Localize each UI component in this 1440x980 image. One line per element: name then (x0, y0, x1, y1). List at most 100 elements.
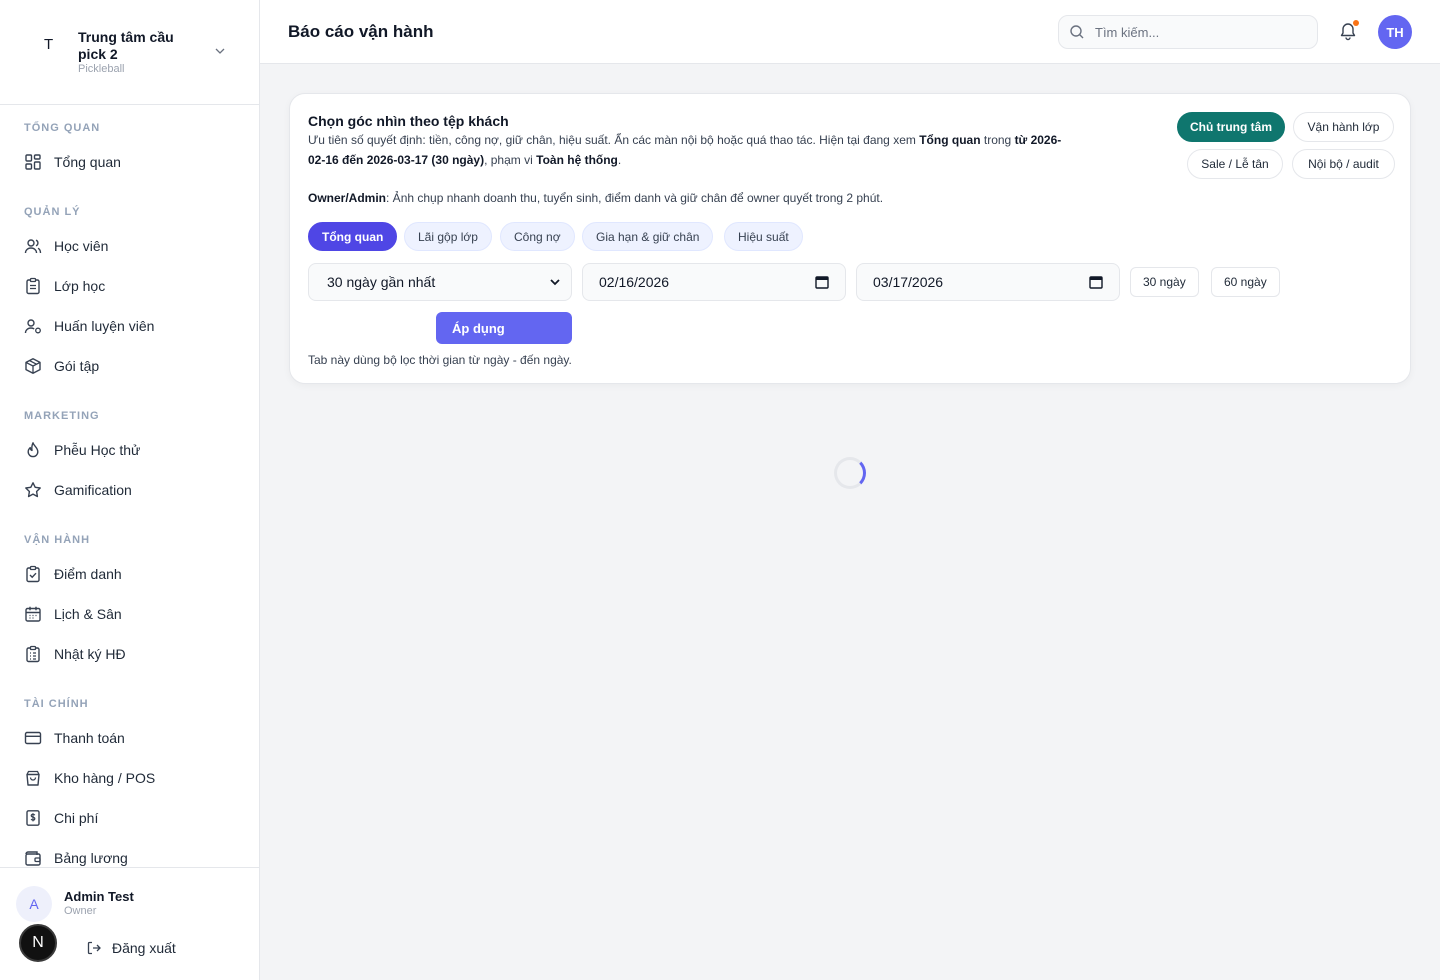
desc-text: trong (980, 133, 1015, 147)
persona-class-ops-button[interactable]: Vận hành lớp (1293, 112, 1394, 142)
desc-text: . (617, 153, 622, 167)
clipboard-list-icon (24, 645, 42, 663)
persona-text: : Ảnh chụp nhanh doanh thu, tuyển sinh, … (386, 191, 884, 205)
calendar-icon (24, 605, 42, 623)
sidebar-nav: TỔNG QUAN Tổng quan QUẢN LÝ Học viên Lớp… (0, 105, 259, 867)
sidebar-item-inventory-pos[interactable]: Kho hàng / POS (0, 760, 259, 796)
logout-label: Đăng xuất (112, 940, 176, 956)
persona-label: Owner/Admin (308, 191, 387, 205)
sidebar-item-payroll[interactable]: Bảng lương (0, 840, 259, 867)
sidebar-item-label: Lịch & Sân (54, 606, 122, 622)
sidebar-item-coaches[interactable]: Huấn luyện viên (0, 308, 259, 344)
notification-dot (1353, 20, 1359, 26)
calendar-icon[interactable] (1089, 275, 1103, 289)
sidebar-item-payments[interactable]: Thanh toán (0, 720, 259, 756)
section-title-manage: QUẢN LÝ (24, 206, 81, 218)
package-icon (24, 357, 42, 375)
sidebar-item-label: Tổng quan (54, 154, 121, 170)
top-header: Báo cáo vận hành TH (260, 0, 1440, 64)
flame-icon (24, 441, 42, 459)
date-to-value: 03/17/2026 (873, 274, 944, 290)
sidebar-item-label: Học viên (54, 238, 109, 254)
sidebar-item-packages[interactable]: Gói tập (0, 348, 259, 384)
quick-range-30-button[interactable]: 30 ngày (1130, 267, 1199, 297)
desc-text: , phạm vi (484, 153, 537, 167)
loading-spinner (834, 457, 866, 489)
search-icon (1070, 25, 1084, 39)
credit-card-icon (24, 729, 42, 747)
sidebar-item-label: Chi phí (54, 810, 99, 826)
persona-internal-button[interactable]: Nội bộ / audit (1292, 149, 1395, 179)
sidebar-item-trial-funnel[interactable]: Phễu Học thử (0, 432, 259, 468)
view-selector-card: Chọn góc nhìn theo tệp khách Ưu tiên số … (289, 93, 1411, 384)
sidebar-item-schedule[interactable]: Lịch & Sân (0, 596, 259, 632)
apply-button[interactable]: Áp dụng (436, 312, 572, 344)
date-from-input[interactable]: 02/16/2026 (582, 263, 846, 301)
desc-text: Ưu tiên số quyết định: tiền, công nợ, gi… (308, 133, 920, 147)
logout-button[interactable]: Đăng xuất (86, 940, 176, 956)
date-range-select[interactable]: 30 ngày gần nhất (308, 263, 572, 301)
date-to-input[interactable]: 03/17/2026 (856, 263, 1120, 301)
tab-overview[interactable]: Tổng quan (308, 222, 398, 251)
clipboard-check-icon (24, 565, 42, 583)
sidebar-item-label: Nhật ký HĐ (54, 646, 126, 662)
brand-subtitle: Pickleball (78, 63, 125, 75)
section-title-operations: VẬN HÀNH (24, 534, 91, 546)
date-range-select-value: 30 ngày gần nhất (327, 274, 436, 290)
users-icon (24, 237, 42, 255)
tab-renewal-retention[interactable]: Gia hạn & giữ chân (582, 222, 714, 251)
search-input[interactable] (1095, 24, 1295, 40)
sidebar-item-expenses[interactable]: Chi phí (0, 800, 259, 836)
star-icon (24, 481, 42, 499)
tab-receivables[interactable]: Công nợ (500, 222, 575, 251)
brand-switcher[interactable]: T Trung tâm cầu pick 2 Pickleball (0, 0, 259, 105)
sidebar-item-overview[interactable]: Tổng quan (0, 144, 259, 180)
tab-performance[interactable]: Hiệu suất (724, 222, 803, 251)
avatar: A (16, 886, 52, 922)
sidebar-item-label: Phễu Học thử (54, 442, 141, 458)
sidebar-item-label: Gói tập (54, 358, 100, 374)
page-title: Báo cáo vận hành (288, 22, 434, 41)
shopping-bag-icon (24, 769, 42, 787)
sidebar-item-gamification[interactable]: Gamification (0, 472, 259, 508)
user-role: Owner (64, 905, 97, 917)
user-panel: A Admin Test Owner N Đăng xuất (0, 867, 259, 980)
dev-badge[interactable]: N (19, 924, 57, 962)
sidebar-item-label: Gamification (54, 482, 132, 498)
avatar[interactable]: TH (1378, 15, 1412, 49)
sidebar-item-label: Điểm danh (54, 566, 122, 582)
section-title-overview: TỔNG QUAN (24, 122, 101, 134)
section-title-finance: TÀI CHÍNH (24, 698, 89, 710)
desc-scope: Toàn hệ thống (536, 153, 618, 167)
desc-current-view: Tổng quan (919, 133, 981, 147)
card-title: Chọn góc nhìn theo tệp khách (308, 113, 509, 129)
filter-hint: Tab này dùng bộ lọc thời gian từ ngày - … (308, 353, 572, 367)
sidebar-item-students[interactable]: Học viên (0, 228, 259, 264)
calendar-icon[interactable] (815, 275, 829, 289)
sidebar-item-label: Lớp học (54, 278, 106, 294)
section-title-marketing: MARKETING (24, 410, 100, 422)
sidebar: T Trung tâm cầu pick 2 Pickleball TỔNG Q… (0, 0, 260, 980)
sidebar-item-label: Kho hàng / POS (54, 770, 156, 786)
sidebar-item-label: Huấn luyện viên (54, 318, 155, 334)
quick-range-60-button[interactable]: 60 ngày (1211, 267, 1280, 297)
persona-summary: Owner/Admin: Ảnh chụp nhanh doanh thu, t… (308, 191, 883, 205)
brand-initial: T (44, 36, 54, 53)
persona-sales-button[interactable]: Sale / Lễ tân (1187, 149, 1283, 179)
grid-icon (24, 153, 42, 171)
search-box[interactable] (1058, 15, 1318, 49)
logout-icon (87, 941, 101, 955)
chevron-down-icon (550, 279, 560, 286)
sidebar-item-classes[interactable]: Lớp học (0, 268, 259, 304)
sidebar-item-activity-log[interactable]: Nhật ký HĐ (0, 636, 259, 672)
chevron-down-icon[interactable] (214, 45, 226, 57)
date-from-value: 02/16/2026 (599, 274, 670, 290)
wallet-icon (24, 849, 42, 867)
sidebar-item-attendance[interactable]: Điểm danh (0, 556, 259, 592)
user-name: Admin Test (64, 889, 134, 904)
brand-name: Trung tâm cầu pick 2 (78, 29, 174, 62)
coach-icon (24, 317, 42, 335)
persona-owner-button[interactable]: Chủ trung tâm (1177, 112, 1285, 142)
clipboard-icon (24, 277, 42, 295)
tab-class-margin[interactable]: Lãi gộp lớp (404, 222, 492, 251)
